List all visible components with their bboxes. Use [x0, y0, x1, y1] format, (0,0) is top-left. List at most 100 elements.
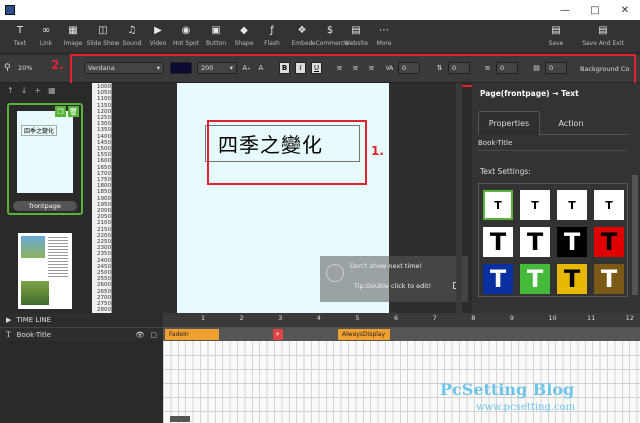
annotation-label-2: 2.: [51, 58, 64, 72]
thumb-photo: [21, 236, 45, 258]
text-style-swatch[interactable]: T: [520, 227, 550, 257]
lock-icon[interactable]: ▢: [150, 331, 157, 339]
sound-icon: ♫: [127, 24, 137, 36]
toolbar-label: Sound: [122, 40, 142, 47]
minimize-button[interactable]: —: [550, 0, 580, 20]
flash-icon: ƒ: [270, 24, 274, 36]
timeline-tick: 11: [587, 314, 596, 322]
text-style-swatch[interactable]: T: [520, 264, 550, 294]
pages-panel: ↑ ↓ + ▦ 四季之變化 ❐ 🗑 frontpage: [0, 83, 92, 313]
page-label: frontpage: [13, 201, 77, 211]
layer-name: Book-Title: [16, 330, 51, 339]
add-effect-icon[interactable]: +: [273, 329, 283, 340]
text-style-swatch[interactable]: T: [557, 264, 587, 294]
ruler-mark: 2750: [97, 301, 111, 307]
image-icon: ▦: [68, 24, 78, 36]
page-thumb-frontpage[interactable]: 四季之變化 ❐ 🗑 frontpage: [7, 103, 83, 215]
page-settings-icon[interactable]: ▦: [48, 86, 56, 95]
toolbar-label: Slide Show: [86, 40, 120, 47]
object-name-field[interactable]: Book-Title: [478, 139, 628, 151]
ruler-mark: 1700: [97, 170, 111, 177]
save-and-exit-button[interactable]: ▤ Save And Exit: [580, 20, 626, 48]
toolbar-flash-button[interactable]: ƒ Flash: [260, 20, 284, 48]
ruler-mark: 1650: [97, 164, 111, 171]
ruler-mark: 2400: [97, 257, 111, 264]
toolbar-embed-button[interactable]: ❖ Embed: [290, 20, 314, 48]
play-icon[interactable]: ▶: [6, 316, 11, 324]
text-style-swatch[interactable]: T: [520, 190, 550, 220]
close-button[interactable]: ✕: [610, 0, 640, 20]
ruler-mark: 1050: [97, 90, 111, 97]
fadein-label: FadeIn: [169, 331, 189, 338]
toolbar-website-button[interactable]: ▤ Website: [344, 20, 368, 48]
fadein-segment[interactable]: FadeIn: [165, 329, 219, 340]
timeline-layer-row[interactable]: T Book-Title 👁 ▢: [0, 327, 163, 341]
move-down-icon[interactable]: ↓: [21, 86, 28, 95]
toolbar-slideshow-button[interactable]: ◫ Slide Show: [87, 20, 120, 48]
toolbar-label: More: [376, 40, 392, 47]
annotation-box-1: [207, 120, 367, 185]
save-button[interactable]: ▤ Save: [543, 20, 569, 48]
zoom-icon: ⚲: [4, 63, 11, 73]
button-icon: ▣: [211, 24, 221, 36]
always-display-label: AlwaysDisplay: [342, 331, 386, 338]
toolbar-more-button[interactable]: ⋯ More: [372, 20, 396, 48]
copy-page-icon[interactable]: ❐: [55, 106, 66, 117]
move-up-icon[interactable]: ↑: [7, 86, 14, 95]
toolbar-shape-button[interactable]: ◆ Shape: [232, 20, 256, 48]
timeline-tick: 2: [239, 314, 244, 322]
toolbar-ecommerce-button[interactable]: $ eCommerce: [312, 20, 348, 48]
timeline-tick: 10: [548, 314, 557, 322]
hotspot-icon: ◉: [181, 24, 191, 36]
ruler-mark: 2500: [97, 270, 111, 276]
tip-dont-show[interactable]: Don't show next time!: [350, 262, 422, 270]
delete-page-icon[interactable]: 🗑: [68, 106, 79, 117]
text-style-swatch[interactable]: T: [557, 190, 587, 220]
text-style-swatch[interactable]: T: [483, 190, 513, 220]
timeline-hscroll[interactable]: [170, 416, 190, 422]
zoom-value[interactable]: 20%: [18, 64, 32, 72]
toolbar-video-button[interactable]: ▶ Video: [146, 20, 170, 48]
text-style-swatch[interactable]: T: [557, 227, 587, 257]
ruler-mark: 1500: [97, 146, 111, 152]
canvas-scrollbar[interactable]: [456, 83, 462, 313]
visibility-icon[interactable]: 👁: [135, 331, 144, 339]
toolbar-hotspot-button[interactable]: ◉ Hot Spot: [173, 20, 199, 48]
ruler-mark: 1750: [97, 177, 111, 183]
toolbar-image-button[interactable]: ▦ Image: [61, 20, 85, 48]
embed-icon: ❖: [297, 24, 307, 36]
ruler-mark: 2350: [97, 251, 111, 258]
timeline-tick: 5: [355, 314, 360, 322]
text-style-swatch[interactable]: T: [483, 264, 513, 294]
toolbar-text-button[interactable]: T Text: [8, 20, 32, 48]
timeline-tick: 1: [201, 314, 206, 322]
add-page-icon[interactable]: +: [34, 86, 41, 95]
text-style-swatch[interactable]: T: [483, 227, 513, 257]
page-thumb-2[interactable]: [18, 233, 72, 309]
text-style-grid: TTTTTTTTTTTT: [478, 183, 628, 297]
text-style-swatch[interactable]: T: [594, 190, 624, 220]
shape-icon: ◆: [240, 24, 248, 36]
annotation-label-1: 1.: [371, 144, 384, 158]
always-display-segment[interactable]: AlwaysDisplay: [338, 329, 390, 340]
tab-properties[interactable]: Properties: [478, 111, 540, 135]
text-style-swatch[interactable]: T: [594, 227, 624, 257]
app-icon: [5, 5, 15, 15]
toolbar-link-button[interactable]: ∞ Link: [34, 20, 58, 48]
ruler-mark: 1950: [97, 201, 111, 208]
ruler-mark: 1250: [97, 115, 111, 121]
tab-action[interactable]: Action: [540, 111, 602, 135]
toolbar-label: Text: [13, 40, 27, 47]
text-style-swatch[interactable]: T: [594, 264, 624, 294]
toolbar-label: Shape: [234, 40, 254, 47]
properties-scrollbar[interactable]: [632, 175, 638, 295]
maximize-button[interactable]: □: [580, 0, 610, 20]
toolbar-label: eCommerce: [311, 40, 349, 47]
timeline-track: FadeIn + AlwaysDisplay: [163, 327, 640, 341]
toolbar-button-button[interactable]: ▣ Button: [204, 20, 228, 48]
ruler-mark: 1150: [97, 102, 111, 109]
ruler-mark: 1800: [97, 183, 111, 190]
toolbar-sound-button[interactable]: ♫ Sound: [120, 20, 144, 48]
timeline-header[interactable]: ▶ TIME LINE: [0, 313, 163, 327]
ruler-mark: 2650: [97, 288, 111, 295]
